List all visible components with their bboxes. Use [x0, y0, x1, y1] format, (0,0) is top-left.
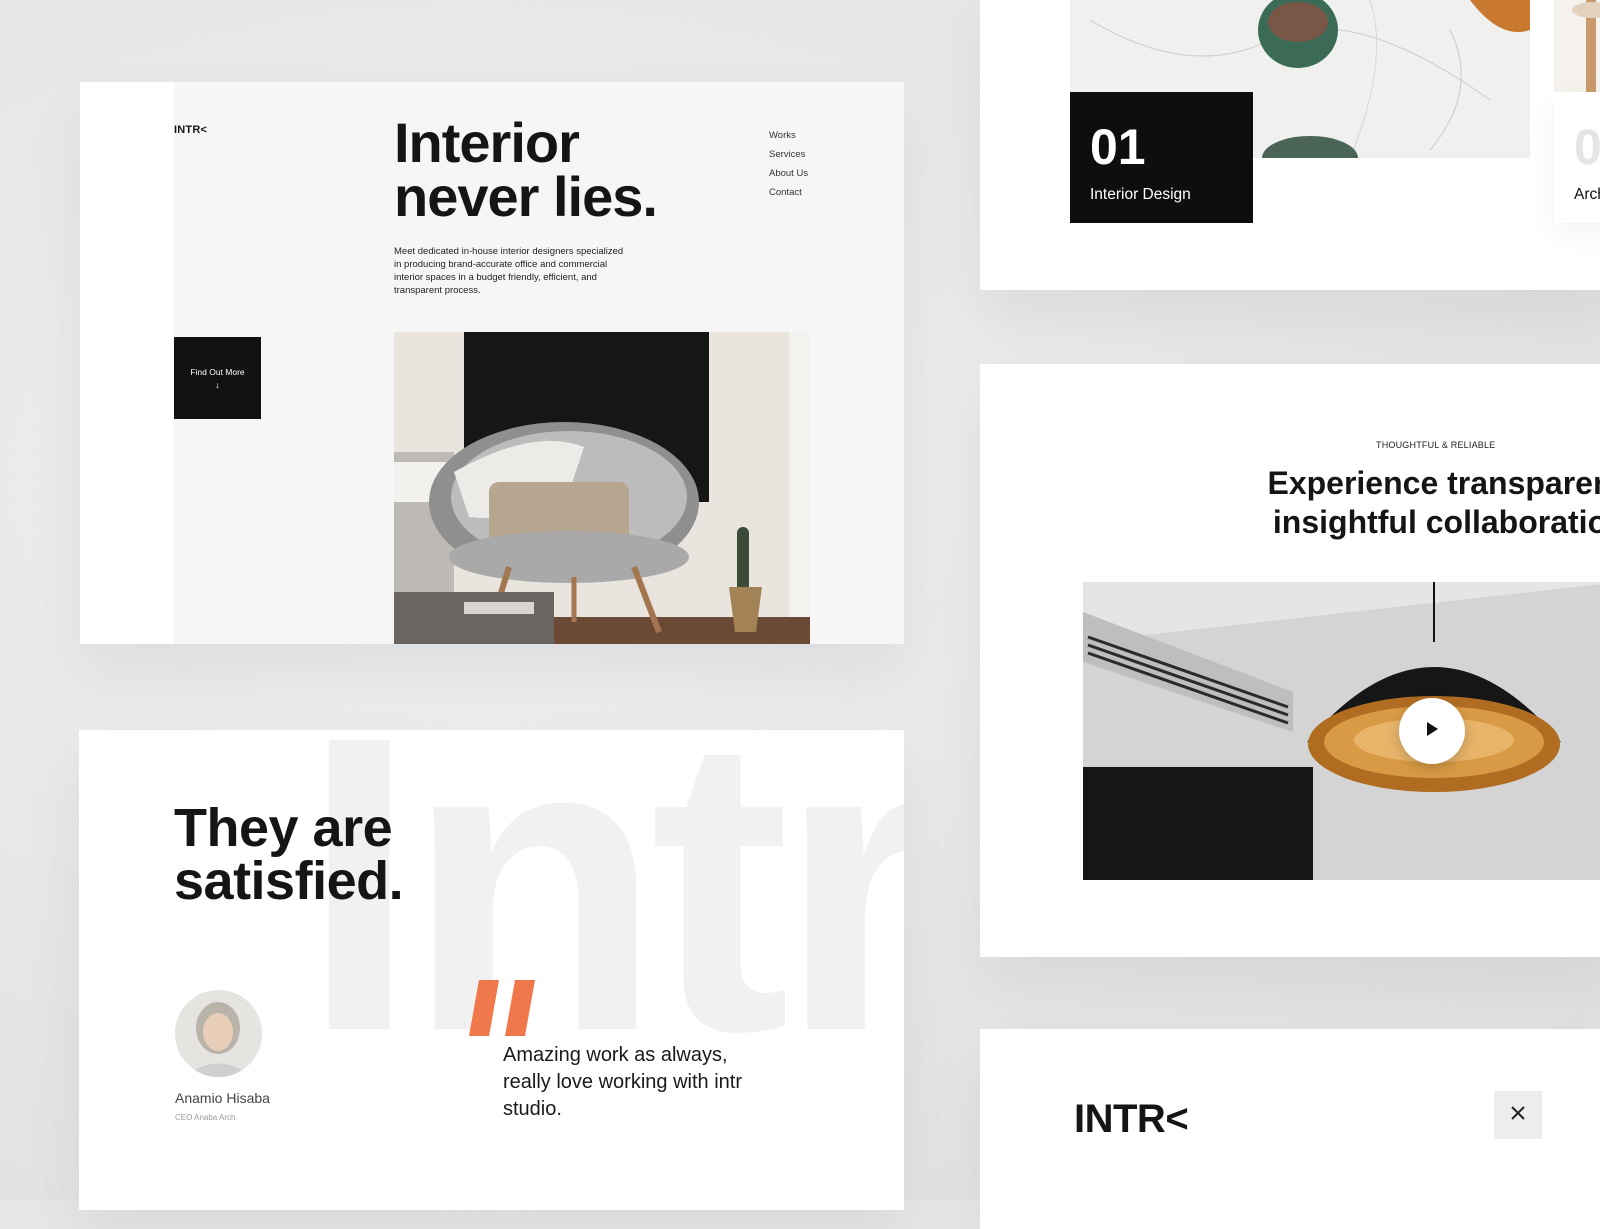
testimonial-card: Intr They are satisfied. Anamio Hisaba C…	[79, 730, 904, 1210]
wood-illustration	[1554, 0, 1600, 92]
services-card: 01 Interior Design 0 Arch	[980, 0, 1600, 290]
service-item-interior-design[interactable]: 01 Interior Design	[1070, 92, 1253, 223]
reviewer-name: Anamio Hisaba	[175, 1090, 270, 1106]
testimonial-quote: Amazing work as always, really love work…	[503, 1044, 742, 1120]
lamp-illustration	[1083, 582, 1600, 880]
video-card: THOUGHTFUL & RELIABLE Experience transpa…	[980, 364, 1600, 957]
wood-furniture-photo	[1554, 0, 1600, 92]
hero-description: Meet dedicated in-house interior designe…	[394, 246, 624, 296]
section-eyebrow: THOUGHTFUL & RELIABLE	[1376, 440, 1496, 450]
nav-item-contact[interactable]: Contact	[769, 187, 808, 198]
brand-logo-large[interactable]: INTR<	[1074, 1097, 1189, 1142]
arrow-down-icon: ↓	[215, 379, 220, 390]
close-icon	[1510, 1105, 1526, 1126]
avatar-illustration	[175, 990, 262, 1077]
reviewer-role: CEO Anaba Arch	[175, 1113, 236, 1122]
menu-card: INTR<	[980, 1029, 1600, 1229]
service-number: 01	[1090, 119, 1146, 175]
nav-item-works[interactable]: Works	[769, 130, 808, 141]
background-wordmark: Intr	[301, 730, 904, 1119]
service-label: Arch	[1574, 186, 1600, 203]
play-icon	[1425, 721, 1439, 742]
video-heading-line1: Experience transparen	[1267, 465, 1600, 501]
main-nav: Works Services About Us Contact	[769, 130, 808, 206]
service-item-arch[interactable]: 0 Arch	[1554, 92, 1600, 223]
chair-illustration	[394, 332, 810, 644]
cta-label: Find Out More	[190, 366, 245, 377]
service-label: Interior Design	[1090, 186, 1191, 203]
hero-title-line2: never lies.	[394, 165, 658, 228]
brand-logo[interactable]: INTR<	[174, 124, 207, 136]
left-strip	[80, 82, 174, 644]
hero-title: Interior never lies.	[394, 115, 658, 225]
testimonial-title-line2: satisfied.	[174, 851, 404, 911]
close-button[interactable]	[1494, 1091, 1542, 1139]
nav-item-about-us[interactable]: About Us	[769, 168, 808, 179]
video-heading: Experience transparen insightful collabo…	[1240, 464, 1600, 542]
service-number: 0	[1574, 119, 1600, 175]
video-heading-line2: insightful collaboratio	[1272, 504, 1600, 540]
find-out-more-button[interactable]: Find Out More ↓	[174, 337, 261, 419]
play-button[interactable]	[1399, 698, 1465, 764]
hero-card: INTR< Interior never lies. Meet dedicate…	[80, 82, 904, 644]
nav-item-services[interactable]: Services	[769, 149, 808, 160]
quote-icon	[469, 980, 543, 1041]
video-thumbnail[interactable]	[1083, 582, 1600, 880]
avatar	[175, 990, 262, 1077]
hero-chair-photo	[394, 332, 810, 644]
testimonial-title: They are satisfied.	[174, 801, 404, 911]
testimonial-title-line1: They are	[174, 798, 393, 858]
